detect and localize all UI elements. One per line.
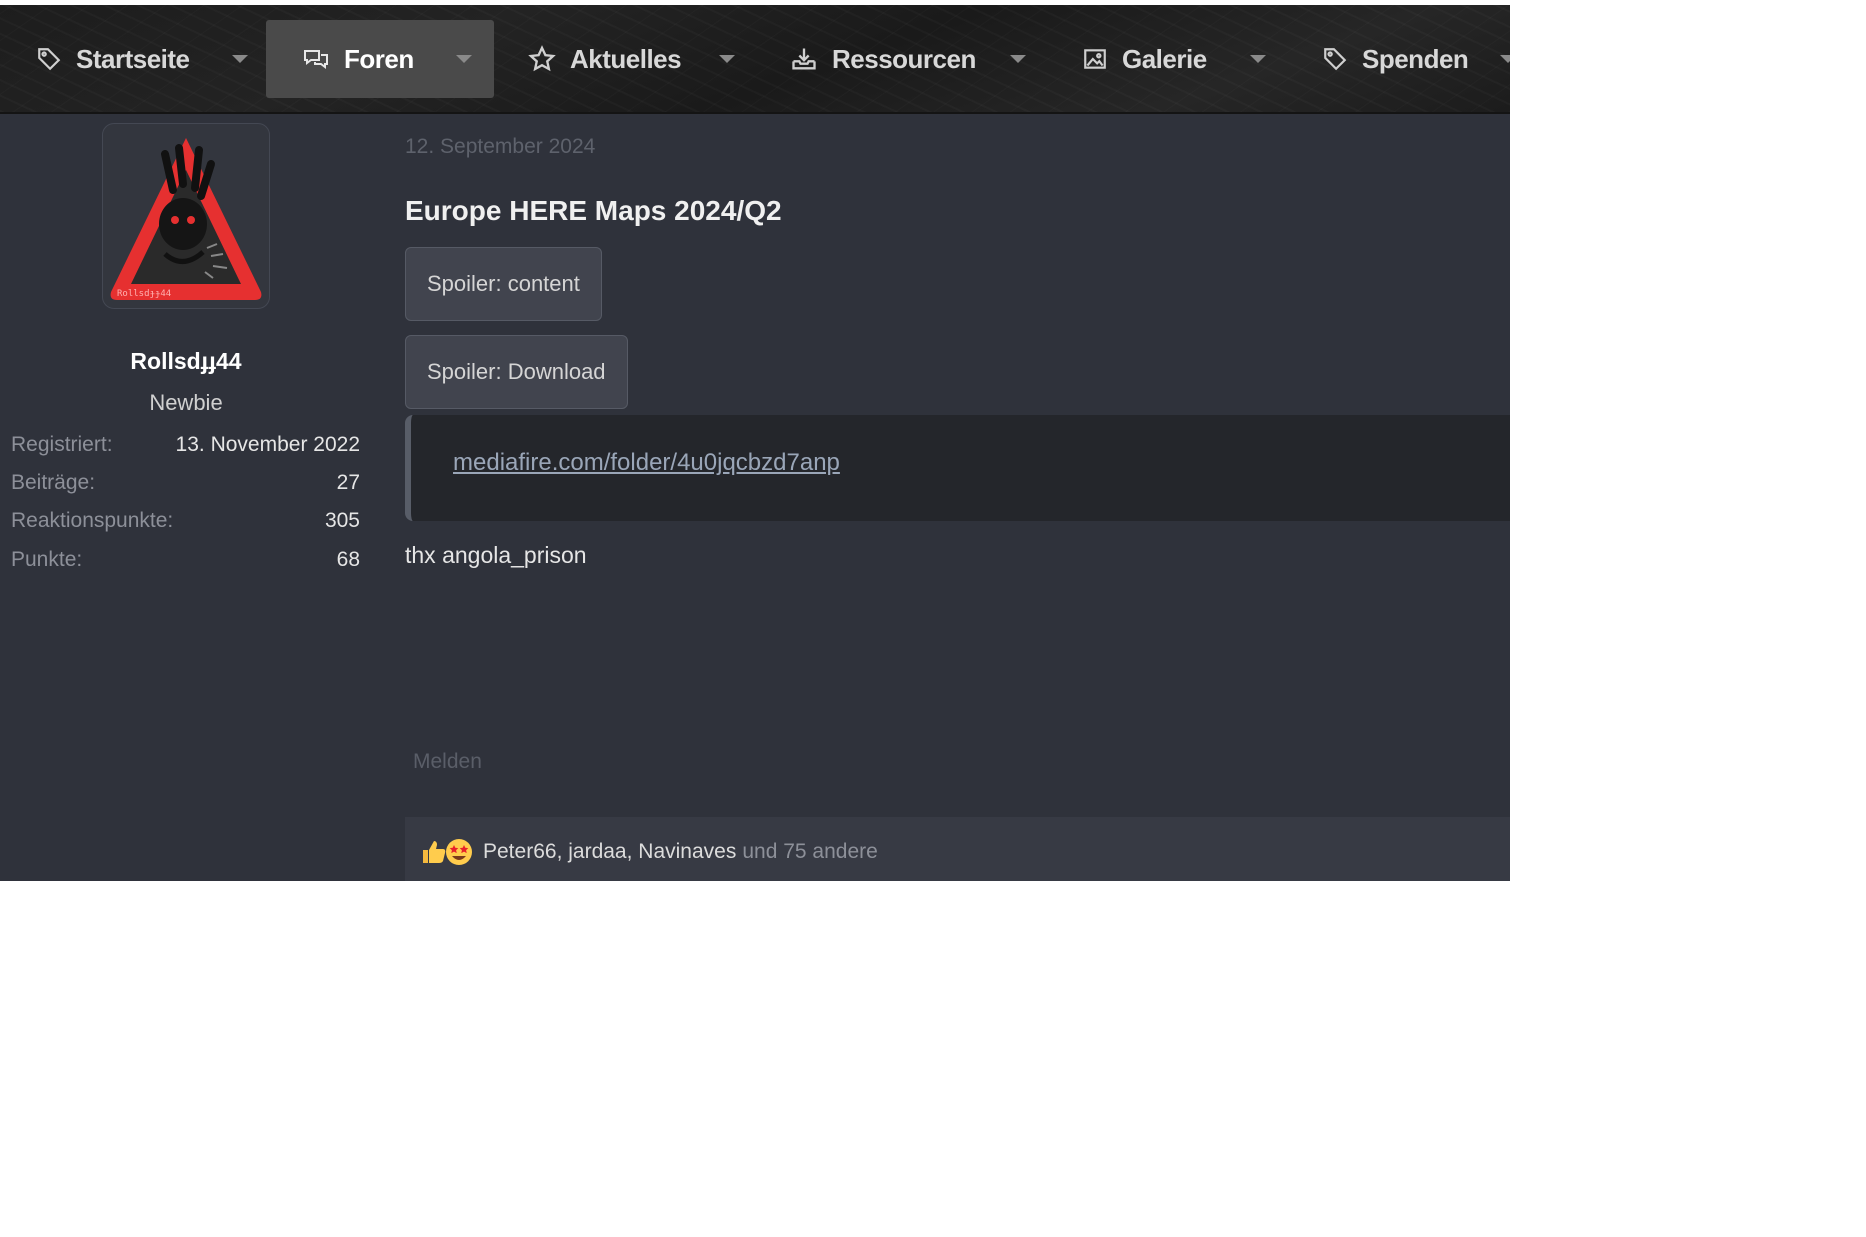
chat-bubbles-icon [304,50,328,69]
chevron-down-icon[interactable] [232,55,248,63]
separator: , [556,840,569,863]
nav-label-startseite: Startseite [76,43,190,74]
nav-item-galerie[interactable]: Galerie [1082,20,1207,98]
reaction-icons[interactable] [419,837,472,867]
star-icon [528,45,556,72]
chevron-down-icon[interactable] [456,55,472,63]
reaction-user[interactable]: Peter66 [483,840,557,863]
nav-item-ressourcen[interactable]: Ressourcen [790,20,976,98]
user-rank: Newbie [149,390,223,415]
separator: , [626,840,639,863]
chevron-down-icon[interactable] [1250,55,1266,63]
stat-key: Reaktionspunkte: [11,509,174,532]
spoiler-download-button[interactable]: Spoiler: Download [405,335,628,409]
report-link[interactable]: Melden [413,750,482,774]
nav-label-galerie: Galerie [1122,43,1207,74]
stat-points: Punkte: 68 [11,545,360,575]
nav-label-spenden: Spenden [1362,43,1469,74]
star-eyes-icon [446,839,472,865]
download-link[interactable]: mediafire.com/folder/4u0jqcbzd7anp [453,449,840,477]
link-quote-box: mediafire.com/folder/4u0jqcbzd7anp [405,415,1510,521]
main-navigation: Startseite Foren Aktuelles Ressourcen Ga… [0,5,1510,114]
stat-key: Punkte: [11,548,83,571]
reaction-user[interactable]: Navinaves [638,840,736,863]
stat-value: 68 [336,548,360,571]
tag-icon [1324,48,1347,71]
avatar[interactable]: Rollsdɟɟ44 [102,123,270,309]
reactions-bar: Peter66, jardaa, Navinaves und 75 andere [405,817,1510,881]
forum-post-frame: Startseite Foren Aktuelles Ressourcen Ga… [0,5,1510,881]
post-title: Europe HERE Maps 2024/Q2 [405,195,782,226]
reaction-user[interactable]: jardaa [568,840,626,863]
reaction-others-link[interactable]: und 75 andere [742,840,877,864]
stat-reaction-points: Reaktionspunkte: 305 [11,506,360,536]
tag-icon [38,48,61,71]
stat-value: 13. November 2022 [175,433,360,456]
stat-registered: Registriert: 13. November 2022 [11,430,360,460]
nav-label-foren: Foren [344,43,414,74]
nav-label-aktuelles: Aktuelles [570,43,682,74]
chevron-down-icon[interactable] [1010,55,1026,63]
stat-key: Registriert: [11,433,113,456]
stat-key: Beiträge: [11,471,96,494]
nav-label-ressourcen: Ressourcen [832,43,976,74]
post-date[interactable]: 12. September 2024 [405,135,595,159]
nav-item-aktuelles[interactable]: Aktuelles [528,20,682,98]
spoiler-content-button[interactable]: Spoiler: content [405,247,602,321]
download-tray-icon [792,48,816,70]
stat-value: 27 [336,471,360,494]
username[interactable]: Rollsdɟɟ44 [0,348,372,375]
post-thanks-text: thx angola_prison [405,542,587,568]
warning-triangle-avatar-image: Rollsdɟɟ44 [110,138,262,300]
chevron-down-icon[interactable] [719,55,735,63]
nav-item-spenden[interactable]: Spenden [1322,20,1469,98]
nav-item-startseite[interactable]: Startseite [36,20,190,98]
chevron-down-icon[interactable] [1500,55,1510,63]
image-icon [1084,49,1106,69]
avatar-text: Rollsdɟɟ44 [117,289,171,299]
stat-value: 305 [324,509,360,532]
stat-posts: Beiträge: 27 [11,468,360,498]
